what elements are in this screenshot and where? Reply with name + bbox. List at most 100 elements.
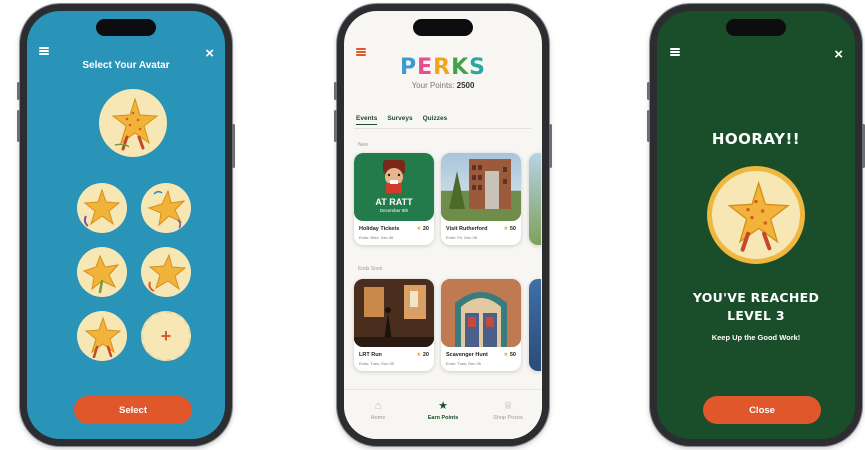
card-title: Scavenger Hunt	[446, 352, 488, 358]
dynamic-island	[413, 19, 473, 36]
phone-side-button	[647, 110, 650, 142]
event-photo	[354, 279, 434, 347]
event-card[interactable]: Visit Rutherford ★ 50 Ends: Fri, Dec 08	[441, 153, 521, 245]
building-illustration	[441, 159, 521, 221]
hamburger-menu-icon[interactable]	[39, 47, 49, 55]
event-poster: AT RATT December 8th	[354, 153, 434, 221]
points-value: 50	[509, 226, 516, 232]
nav-label: Earn Points	[427, 415, 459, 421]
logo-letter: P	[399, 55, 418, 80]
star-character-icon	[82, 254, 120, 294]
tab-divider	[354, 128, 532, 129]
card-title: Visit Rutherford	[446, 226, 488, 232]
poster-date: December 8th	[379, 208, 409, 213]
star-icon: ★	[503, 226, 509, 232]
card-points: ★ 50	[503, 226, 516, 232]
tab-bar: Events Surveys Quizzes	[356, 115, 447, 125]
card-subtitle: Ends: Tues, Dec 05	[446, 361, 481, 366]
phone-side-button	[549, 124, 552, 168]
phone-side-button	[232, 124, 235, 168]
nav-shop-prizes[interactable]: ♕ Shop Prizes	[478, 400, 538, 421]
points-value: 20	[422, 226, 429, 232]
close-icon[interactable]: ×	[205, 46, 214, 61]
card-points: ★ 20	[416, 352, 429, 358]
avatar-option[interactable]	[77, 183, 127, 233]
phone-perks-screen: PERKS Your Points: 2500 Events Surveys Q…	[334, 4, 552, 446]
star-icon: ★	[416, 352, 422, 358]
card-subtitle: Ends: Tues, Dec 05	[359, 361, 394, 366]
logo-letter: R	[433, 55, 452, 80]
star-character-icon	[111, 97, 159, 151]
phone-side-button	[334, 82, 337, 100]
points-label: Your Points:	[411, 81, 455, 90]
ornate-door-illustration	[441, 279, 521, 347]
star-character-icon	[83, 188, 121, 227]
phone-side-button	[647, 82, 650, 100]
close-icon[interactable]: ×	[834, 47, 843, 62]
event-card-partial[interactable]	[529, 153, 541, 245]
page-title: Select Your Avatar	[82, 60, 170, 71]
bottom-nav: ⌂ Home ★ Earn Points ♕ Shop Prizes	[344, 389, 542, 439]
poster-headline: AT RATT	[375, 197, 413, 207]
level-text-line1: YOU'VE REACHED	[692, 290, 820, 305]
logo-letter: S	[469, 55, 487, 80]
event-card-partial[interactable]	[529, 279, 541, 371]
selected-avatar	[99, 89, 167, 157]
avatar-option[interactable]	[141, 183, 191, 233]
phone-avatar-screen: × Select Your Avatar + Select	[17, 4, 235, 446]
avatar-screen: × Select Your Avatar + Select	[27, 11, 225, 439]
level-screen: × HOORAY!! YOU'VE REACHED LEVEL 3 Keep U…	[657, 11, 855, 439]
card-subtitle: Ends: Fri, Dec 08	[446, 235, 477, 240]
nav-earn-points[interactable]: ★ Earn Points	[413, 400, 473, 421]
level-avatar	[707, 166, 805, 264]
star-icon: ★	[438, 400, 448, 412]
card-subtitle: Ends: Wed, Dec 06	[359, 235, 394, 240]
phone-side-button	[17, 82, 20, 100]
event-card[interactable]: AT RATT December 8th Holiday Tickets ★ 2…	[354, 153, 434, 245]
nav-label: Shop Prizes	[493, 415, 523, 421]
star-icon: ★	[503, 352, 509, 358]
avatar-option[interactable]	[77, 247, 127, 297]
select-button[interactable]: Select	[74, 396, 192, 424]
star-icon: ★	[416, 226, 422, 232]
card-title: Holiday Tickets	[359, 226, 400, 232]
plus-icon: +	[160, 326, 172, 346]
tab-events[interactable]: Events	[356, 115, 378, 125]
avatar-option[interactable]	[77, 311, 127, 361]
section-label: Ends Soon	[358, 266, 383, 272]
level-text-line2: LEVEL 3	[727, 308, 785, 323]
encouragement-message: Keep Up the Good Work!	[711, 333, 801, 342]
add-avatar-button[interactable]: +	[141, 311, 191, 361]
event-card[interactable]: Scavenger Hunt ★ 50 Ends: Tues, Dec 05	[441, 279, 521, 371]
star-character-icon	[84, 316, 122, 358]
points-value: 2500	[456, 81, 475, 90]
phone-side-button	[17, 110, 20, 142]
trophy-icon: ♕	[503, 400, 513, 412]
star-character-icon	[147, 189, 186, 229]
perks-screen: PERKS Your Points: 2500 Events Surveys Q…	[344, 11, 542, 439]
close-button[interactable]: Close	[703, 396, 821, 424]
tab-quizzes[interactable]: Quizzes	[423, 115, 448, 125]
phone-level-screen: × HOORAY!! YOU'VE REACHED LEVEL 3 Keep U…	[647, 4, 865, 446]
logo-letter: E	[417, 55, 434, 80]
points-value: 20	[422, 352, 429, 358]
nav-home[interactable]: ⌂ Home	[348, 400, 408, 421]
event-card[interactable]: LRT Run ★ 20 Ends: Tues, Dec 05	[354, 279, 434, 371]
lrt-station-illustration	[354, 279, 434, 347]
card-points: ★ 20	[416, 226, 429, 232]
tab-surveys[interactable]: Surveys	[387, 115, 412, 125]
card-title: LRT Run	[359, 352, 382, 358]
avatar-option[interactable]	[141, 247, 191, 297]
card-points: ★ 50	[503, 352, 516, 358]
phone-side-button	[334, 110, 337, 142]
points-display: Your Points: 2500	[344, 81, 542, 90]
event-photo	[441, 153, 521, 221]
perks-logo: PERKS	[344, 55, 542, 80]
points-value: 50	[509, 352, 516, 358]
section-label: New	[358, 142, 369, 148]
hamburger-menu-icon[interactable]	[670, 48, 680, 56]
logo-letter: K	[451, 55, 470, 80]
star-character-icon	[148, 253, 187, 292]
home-icon: ⌂	[374, 400, 382, 412]
dynamic-island	[96, 19, 156, 36]
